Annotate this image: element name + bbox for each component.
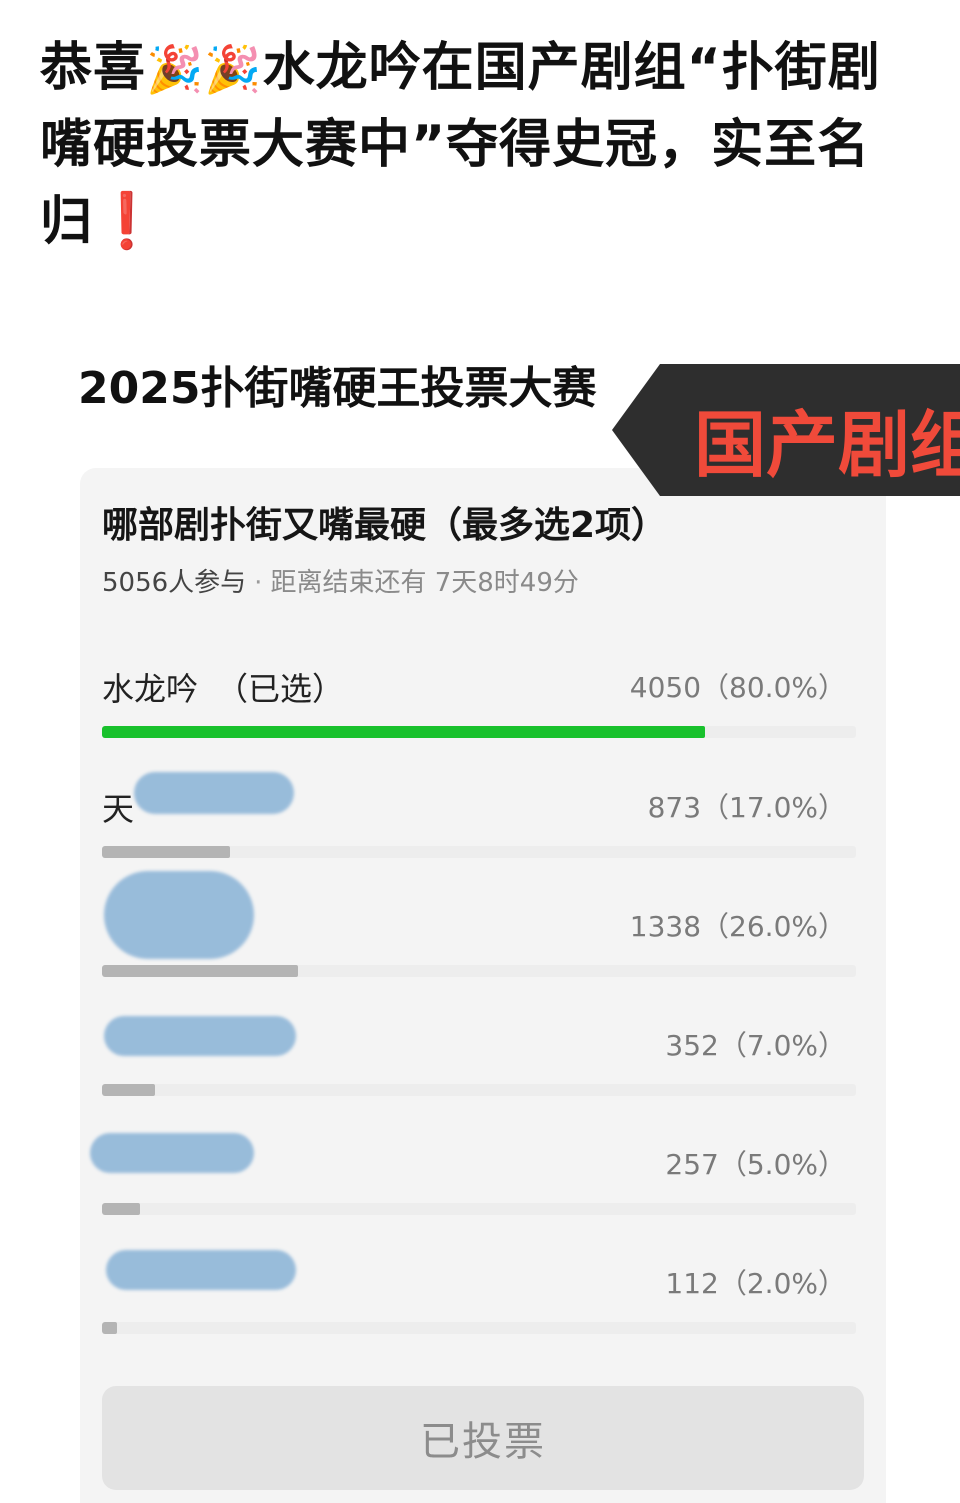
option-progress-fill (102, 1322, 118, 1334)
option-progress-track (102, 1203, 856, 1215)
poll-option[interactable]: 水龙吟 （已选） 4050（80.0%） (80, 664, 886, 782)
meta-separator: · (254, 568, 263, 598)
option-progress-fill (102, 1203, 140, 1215)
poll-option[interactable]: 1338（26.0%） (80, 871, 886, 1021)
option-progress-track (102, 965, 856, 977)
party-popper-icon: 🎉🎉 (146, 42, 263, 96)
participant-count: 5056人参与 (102, 568, 247, 598)
option-progress-track (102, 846, 856, 858)
option-count: 352（7.0%） (665, 1029, 846, 1062)
option-progress-fill (102, 1084, 155, 1096)
option-progress-track (102, 1322, 856, 1334)
category-tag-label: 国产剧组 (694, 403, 960, 487)
blur-redaction (134, 772, 294, 814)
option-progress-fill (102, 846, 231, 858)
blur-redaction (106, 1250, 296, 1290)
option-label: 水龙吟 （已选） (102, 670, 345, 708)
option-progress-fill (102, 965, 299, 977)
poll-card: 哪部剧扑街又嘴最硬（最多选2项） 5056人参与 · 距离结束还有 7天8时49分 … (80, 468, 886, 1503)
exclamation-icon: ❗ (93, 189, 162, 252)
headline-prefix: 恭喜 (40, 38, 147, 98)
selected-mark: （已选） (216, 670, 345, 708)
blur-redaction (104, 1016, 296, 1056)
option-progress-track (102, 726, 856, 738)
poll-option[interactable]: 352（7.0%） (80, 1016, 886, 1140)
post-headline: 恭喜🎉🎉水龙吟在国产剧组“扑街剧嘴硬投票大赛中”夺得史冠，实至名归❗ (40, 30, 920, 260)
blur-redaction (104, 871, 254, 959)
option-count: 257（5.0%） (665, 1148, 846, 1181)
option-label: 天 (102, 790, 135, 828)
option-count: 4050（80.0%） (629, 671, 846, 704)
time-remaining: 距离结束还有 7天8时49分 (270, 568, 579, 598)
option-count: 1338（26.0%） (629, 910, 846, 943)
option-count: 112（2.0%） (665, 1267, 846, 1300)
option-progress-track (102, 1084, 856, 1096)
poll-option[interactable]: 112（2.0%） (80, 1250, 886, 1378)
poll-meta: 5056人参与 · 距离结束还有 7天8时49分 (102, 562, 579, 599)
option-progress-fill (102, 726, 706, 738)
voted-button[interactable]: 已投票 (102, 1386, 864, 1490)
poll-question: 哪部剧扑街又嘴最硬（最多选2项） (102, 505, 668, 546)
category-tag: 国产剧组 (612, 364, 960, 496)
poll-page-title: 2025扑街嘴硬王投票大赛 (78, 363, 597, 414)
poll-option[interactable]: 257（5.0%） (80, 1133, 886, 1259)
option-count: 873（17.0%） (647, 791, 846, 824)
blur-redaction (90, 1133, 254, 1173)
